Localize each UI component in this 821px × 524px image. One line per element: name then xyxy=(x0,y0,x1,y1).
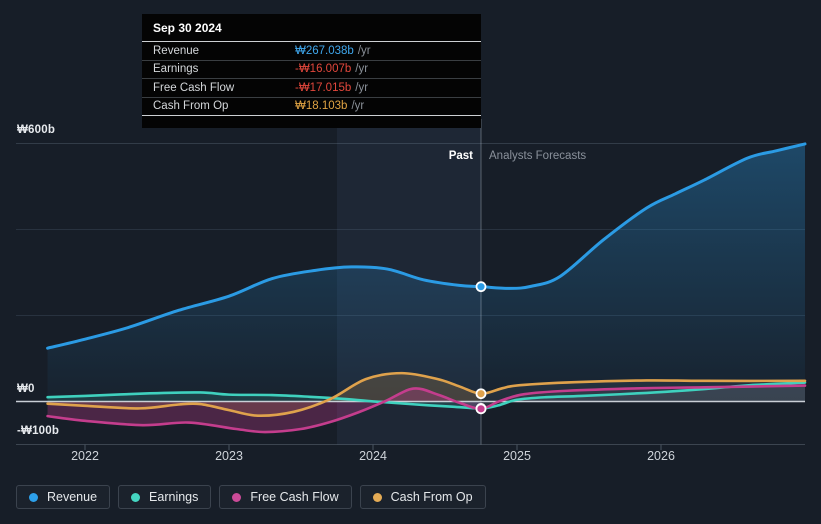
legend-label: Free Cash Flow xyxy=(250,490,339,504)
stock-financials-chart: ₩600b ₩0 -₩100b 2022 2023 2024 2025 2026… xyxy=(0,0,821,524)
tooltip-value: ₩18.103b xyxy=(295,100,348,113)
tooltip-label: Cash From Op xyxy=(153,100,229,113)
chart-legend: Revenue Earnings Free Cash Flow Cash Fro… xyxy=(16,485,486,509)
chart-tooltip: Sep 30 2024 Revenue ₩267.038b /yr Earnin… xyxy=(142,14,481,128)
legend-label: Revenue xyxy=(47,490,98,504)
tooltip-row-earnings: Earnings -₩16.007b /yr xyxy=(142,59,481,79)
tooltip-row-revenue: Revenue ₩267.038b /yr xyxy=(142,42,481,60)
tooltip-suffix: /yr xyxy=(351,100,365,113)
tooltip-value: ₩267.038b xyxy=(295,44,354,57)
x-axis-label-2024: 2024 xyxy=(359,449,387,463)
forecast-region-label: Analysts Forecasts xyxy=(489,150,587,162)
tooltip-label: Revenue xyxy=(153,44,200,57)
tooltip-row-cash-from-op: Cash From Op ₩18.103b /yr xyxy=(142,96,481,116)
legend-button-cash-from-op[interactable]: Cash From Op xyxy=(359,485,486,509)
tooltip-label: Earnings xyxy=(153,63,199,76)
free-cash-flow-dot-icon xyxy=(232,492,242,502)
cash-from-op-dot-icon xyxy=(372,492,382,502)
tooltip-suffix: /yr xyxy=(355,63,369,76)
revenue-dot-icon xyxy=(29,492,38,502)
legend-button-earnings[interactable]: Earnings xyxy=(118,485,212,509)
y-axis-label-neg100b: -₩100b xyxy=(17,425,60,437)
tooltip-suffix: /yr xyxy=(357,44,371,57)
x-axis-label-2022: 2022 xyxy=(71,449,99,463)
x-axis-label-2023: 2023 xyxy=(215,449,243,463)
y-axis-label-0: ₩0 xyxy=(17,383,35,395)
x-axis-label-2026: 2026 xyxy=(647,449,675,463)
past-region-label: Past xyxy=(448,150,473,162)
x-axis-label-2025: 2025 xyxy=(503,449,531,463)
legend-button-revenue[interactable]: Revenue xyxy=(16,485,111,509)
y-axis-label-600b: ₩600b xyxy=(17,124,56,136)
tooltip-suffix: /yr xyxy=(355,81,369,94)
tooltip-value: -₩17.015b xyxy=(295,81,352,94)
tooltip-row-free-cash-flow: Free Cash Flow -₩17.015b /yr xyxy=(142,78,481,97)
legend-label: Cash From Op xyxy=(390,490,473,504)
tooltip-footer xyxy=(142,115,481,128)
legend-label: Earnings xyxy=(149,490,199,504)
tooltip-date: Sep 30 2024 xyxy=(153,21,222,35)
tooltip-label: Free Cash Flow xyxy=(153,81,235,94)
earnings-dot-icon xyxy=(131,492,141,502)
legend-button-free-cash-flow[interactable]: Free Cash Flow xyxy=(219,485,352,509)
tooltip-value: -₩16.007b xyxy=(295,63,352,76)
